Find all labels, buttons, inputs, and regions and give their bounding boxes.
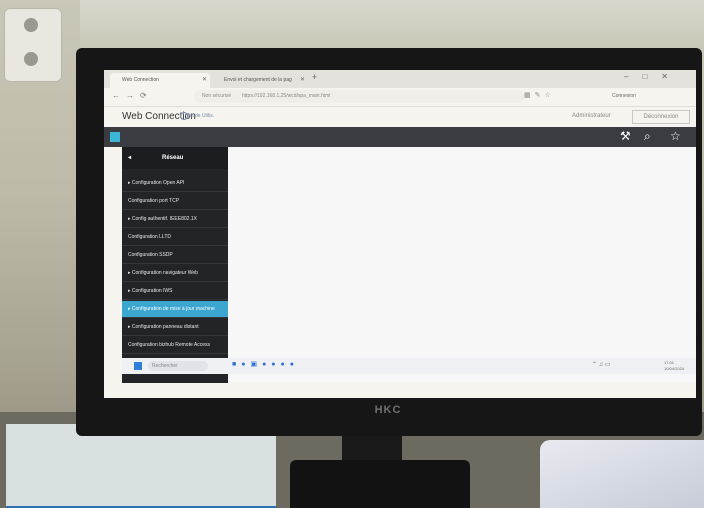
sidebar-item[interactable]: ▸ Config authentif. IEEE802.1X — [122, 211, 228, 228]
security-label: Non sécurisé — [202, 93, 232, 99]
socket-hole — [24, 18, 38, 32]
sidebar-header: ◂ Réseau — [122, 147, 228, 169]
address-bar-icons[interactable]: ▦✎☆ — [524, 91, 555, 99]
admin-label: Administrateur — [572, 113, 611, 119]
close-icon[interactable]: ✕ — [202, 73, 207, 88]
monitor-brand: HKC — [374, 404, 402, 416]
close-icon[interactable]: ✕ — [300, 73, 305, 88]
new-tab-icon[interactable]: + — [312, 72, 317, 82]
sidebar-item[interactable]: Configuration SSDP — [122, 247, 228, 264]
sidebar-item[interactable]: Configuration LLTD — [122, 229, 228, 246]
user-mode-label: Mode Utilis. — [188, 113, 215, 119]
browser-tab[interactable]: Envoi et chargement de la pag ✕ — [212, 73, 308, 88]
url-text: https://192.168.1.25/wcd/spa_main.html — [242, 93, 331, 99]
nav-buttons[interactable]: ←→⟳ — [112, 91, 153, 100]
tab-label: Web Connection — [122, 77, 159, 83]
user-mode-icon — [180, 112, 188, 120]
back-arrow-icon[interactable]: ◂ — [128, 147, 131, 169]
address-bar: ←→⟳ Non sécurisé https://192.168.1.25/wc… — [104, 88, 696, 107]
clock-date: 10/04/2024 — [664, 366, 685, 371]
browser-tab-bar: Web Connection ✕ Envoi et chargement de … — [104, 70, 696, 88]
tab-label: Envoi et chargement de la pag — [224, 77, 292, 83]
star-icon[interactable]: ☆ — [670, 129, 681, 143]
windows-taskbar: Rechercher ■●▣●●●● ⌃ ♫ ▭ 17:01 10/04/202… — [122, 358, 696, 374]
toolbox-icon[interactable]: ⚒ — [620, 129, 631, 143]
connexion-button[interactable]: Connexion — [612, 91, 636, 102]
plastic-bag — [540, 440, 704, 508]
taskbar-app-icons[interactable]: ■●▣●●●● — [232, 360, 299, 368]
system-tray-icons[interactable]: ⌃ ♫ ▭ — [592, 361, 611, 368]
sidebar-item[interactable]: ▸ Configuration panneau distant — [122, 319, 228, 336]
sidebar-item[interactable]: Configuration bizhub Remote Access — [122, 337, 228, 354]
window-controls[interactable]: –□✕ — [624, 72, 682, 81]
browser-tab[interactable]: Web Connection ✕ — [110, 73, 210, 88]
search-icon[interactable]: ⌕ — [644, 129, 651, 144]
sidebar-item[interactable]: Configuration port TCP — [122, 193, 228, 210]
sidebar-item[interactable]: ▸ Configuration Open API — [122, 175, 228, 192]
logout-button[interactable]: Déconnexion — [632, 110, 690, 124]
menu-icon[interactable] — [110, 132, 120, 142]
url-field[interactable]: Non sécurisé https://192.168.1.25/wcd/sp… — [194, 90, 524, 103]
app-header: Web Connection Mode Utilis. Administrate… — [104, 107, 696, 127]
sidebar-item[interactable]: ▸ Configuration IWS — [122, 283, 228, 300]
sidebar-title: Réseau — [162, 155, 184, 161]
whiteboard — [80, 0, 704, 52]
power-socket — [4, 8, 62, 82]
windows-start-icon[interactable] — [134, 362, 142, 370]
monitor-stand-base — [290, 460, 470, 508]
taskbar-search[interactable]: Rechercher — [148, 361, 208, 371]
app-toolbar: ⚒ ⌕ ☆ — [104, 127, 696, 147]
main-content — [228, 147, 696, 383]
desk-paper — [6, 424, 276, 508]
sidebar-item[interactable]: ▸ Configuration navigateur Web — [122, 265, 228, 282]
sidebar-item-selected[interactable]: ▸ Configuration de mise à jour machine — [122, 301, 228, 318]
monitor-screen: Web Connection ✕ Envoi et chargement de … — [104, 70, 696, 398]
taskbar-clock[interactable]: 17:01 10/04/2024 — [664, 360, 684, 372]
sidebar: ◂ Réseau ▸ Configuration Open API Config… — [122, 147, 228, 383]
socket-hole — [24, 52, 38, 66]
